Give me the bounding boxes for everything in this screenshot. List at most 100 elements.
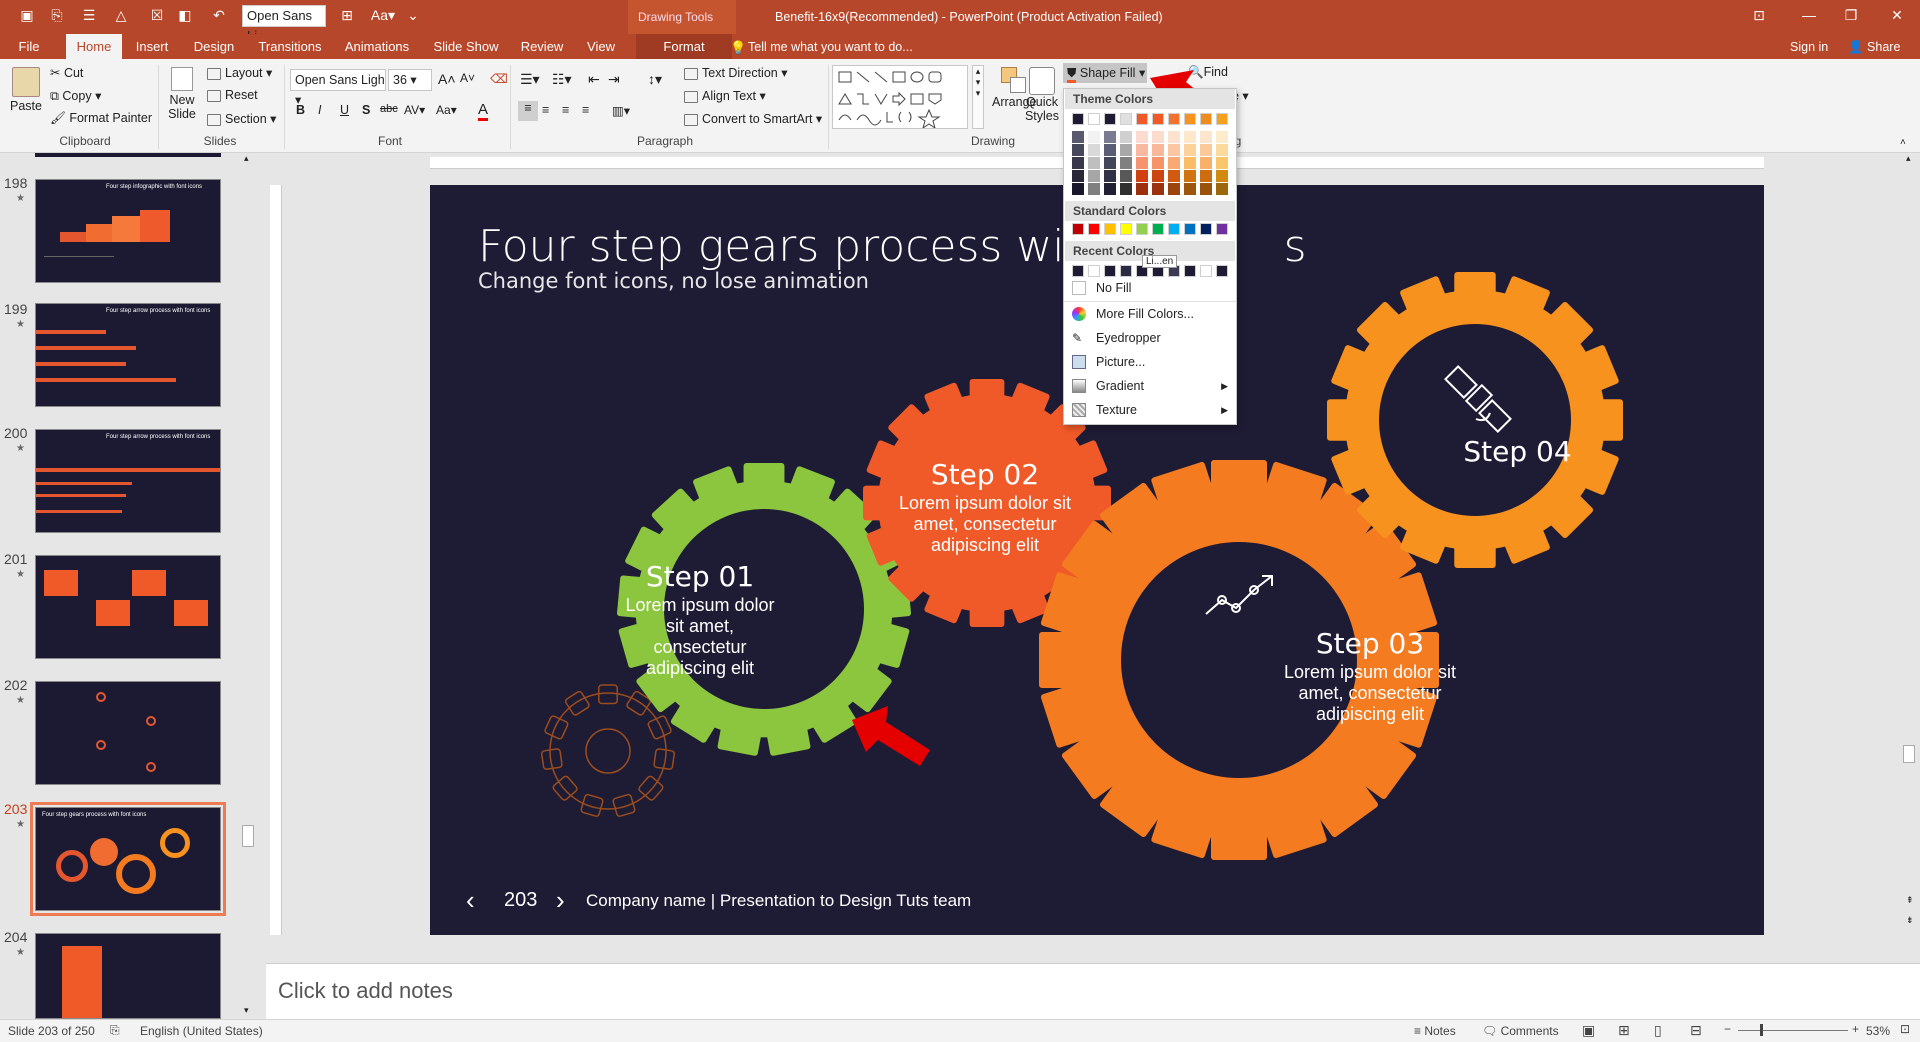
color-swatch[interactable] (1152, 170, 1164, 182)
shape-fill-button[interactable]: ⛊ Shape Fill ▾ (1063, 63, 1147, 83)
scroll-down-icon[interactable]: ▾ (244, 1005, 249, 1016)
color-swatch[interactable] (1104, 113, 1116, 125)
slide-thumbnail-203[interactable]: Four step gears process with font icons (30, 802, 226, 916)
ribbon-display-icon[interactable]: ⊡ (1750, 6, 1768, 24)
color-swatch[interactable] (1088, 131, 1100, 143)
color-swatch[interactable] (1184, 144, 1196, 156)
color-swatch[interactable] (1120, 113, 1132, 125)
slideshow-view-icon[interactable]: ⊟ (1690, 1022, 1702, 1039)
underline-button[interactable]: U (340, 103, 349, 117)
slide-thumbnail-201[interactable] (35, 555, 221, 659)
minimize-icon[interactable]: — (1800, 6, 1818, 24)
decrease-indent-icon[interactable]: ⇤ (588, 71, 600, 88)
color-swatch[interactable] (1168, 223, 1180, 235)
editor-scroll-thumb[interactable] (1903, 745, 1915, 763)
color-swatch[interactable] (1072, 144, 1084, 156)
prev-slide-icon[interactable]: ⇞ (1906, 895, 1914, 906)
color-swatch[interactable] (1184, 265, 1196, 277)
qat-font-box[interactable]: Open Sans Li (242, 5, 326, 43)
font-size-qat-icon[interactable]: ⊞ (338, 6, 356, 24)
color-swatch[interactable] (1152, 131, 1164, 143)
color-swatch[interactable] (1200, 131, 1212, 143)
layout-button[interactable]: Layout ▾ (207, 65, 272, 80)
color-swatch[interactable] (1088, 144, 1100, 156)
tab-home[interactable]: Home (66, 34, 122, 59)
color-swatch[interactable] (1152, 113, 1164, 125)
eyedropper-item[interactable]: ✎ Eyedropper (1064, 327, 1236, 349)
color-swatch[interactable] (1120, 157, 1132, 169)
numbering-icon[interactable]: ☷▾ (552, 71, 572, 88)
change-case-button[interactable]: Aa▾ (436, 103, 457, 117)
cut-button[interactable]: ✂ Cut (50, 65, 83, 80)
color-swatch[interactable] (1136, 170, 1148, 182)
tab-review[interactable]: Review (518, 34, 566, 59)
find-button[interactable]: 🔍Find (1188, 65, 1228, 80)
color-swatch[interactable] (1104, 131, 1116, 143)
step-01-text[interactable]: Step 01 Lorem ipsum dolor sit amet, cons… (610, 560, 790, 679)
convert-smartart-button[interactable]: Convert to SmartArt ▾ (684, 111, 822, 126)
align-left-icon[interactable]: ≡ (518, 101, 538, 121)
color-swatch[interactable] (1072, 131, 1084, 143)
scroll-up-icon[interactable]: ▴ (244, 153, 249, 164)
color-swatch[interactable] (1136, 113, 1148, 125)
strikethrough-button[interactable]: abc (380, 103, 398, 115)
spellcheck-icon[interactable]: ⎘ (110, 1023, 120, 1038)
tab-slide-show[interactable]: Slide Show (430, 34, 502, 59)
justify-icon[interactable]: ≡ (582, 103, 589, 117)
maximize-icon[interactable]: ❐ (1842, 6, 1860, 24)
color-swatch[interactable] (1104, 183, 1116, 195)
color-swatch[interactable] (1072, 157, 1084, 169)
tab-animations[interactable]: Animations (340, 34, 414, 59)
color-swatch[interactable] (1152, 144, 1164, 156)
color-swatch[interactable] (1136, 183, 1148, 195)
color-swatch[interactable] (1088, 223, 1100, 235)
align-text-button[interactable]: Align Text ▾ (684, 88, 766, 103)
color-swatch[interactable] (1072, 113, 1084, 125)
columns-icon[interactable]: ▥▾ (612, 103, 630, 118)
color-swatch[interactable] (1088, 170, 1100, 182)
color-swatch[interactable] (1216, 183, 1228, 195)
picture-item[interactable]: Picture... (1064, 351, 1236, 373)
color-swatch[interactable] (1168, 170, 1180, 182)
color-swatch[interactable] (1168, 113, 1180, 125)
color-swatch[interactable] (1104, 265, 1116, 277)
more-fill-colors-item[interactable]: More Fill Colors... (1064, 303, 1236, 325)
tab-transitions[interactable]: Transitions (256, 34, 324, 59)
font-color-button[interactable]: A (478, 101, 489, 121)
color-swatch[interactable] (1168, 131, 1180, 143)
color-swatch[interactable] (1120, 265, 1132, 277)
color-swatch[interactable] (1136, 223, 1148, 235)
zoom-level[interactable]: 53% (1866, 1024, 1890, 1038)
color-swatch[interactable] (1120, 223, 1132, 235)
color-swatch[interactable] (1088, 113, 1100, 125)
color-swatch[interactable] (1088, 157, 1100, 169)
comments-toggle[interactable]: 🗨 Comments (1482, 1024, 1559, 1038)
color-swatch[interactable] (1216, 265, 1228, 277)
color-swatch[interactable] (1168, 144, 1180, 156)
save-icon[interactable]: ▣ (18, 6, 36, 24)
reading-view-icon[interactable]: ▯ (1654, 1022, 1662, 1039)
align-center-icon[interactable]: ≡ (542, 103, 549, 117)
tab-format[interactable]: Format (636, 34, 732, 59)
color-swatch[interactable] (1120, 183, 1132, 195)
color-swatch[interactable] (1216, 223, 1228, 235)
text-direction-button[interactable]: Text Direction ▾ (684, 65, 787, 80)
color-swatch[interactable] (1184, 131, 1196, 143)
collapse-ribbon-icon[interactable]: ˄ (1900, 137, 1906, 148)
color-swatch[interactable] (1120, 144, 1132, 156)
gradient-item[interactable]: Gradient ▶ (1064, 375, 1236, 397)
color-swatch[interactable] (1104, 157, 1116, 169)
grow-font-button[interactable]: A˄ (438, 71, 456, 87)
tab-insert[interactable]: Insert (130, 34, 174, 59)
color-swatch[interactable] (1152, 157, 1164, 169)
format-painter-button[interactable]: 🖌 Format Painter (50, 111, 152, 126)
slide-thumbnail-198[interactable]: Four step infographic with font icons (35, 179, 221, 283)
color-swatch[interactable] (1088, 183, 1100, 195)
line-spacing-icon[interactable]: ↕▾ (648, 71, 662, 88)
tab-view[interactable]: View (580, 34, 622, 59)
slide-thumbnail-200[interactable]: Four step arrow process with font icons (35, 429, 221, 533)
color-swatch[interactable] (1184, 183, 1196, 195)
normal-view-icon[interactable]: ▣ (1582, 1022, 1595, 1039)
bold-button[interactable]: B (296, 103, 305, 117)
color-swatch[interactable] (1216, 170, 1228, 182)
